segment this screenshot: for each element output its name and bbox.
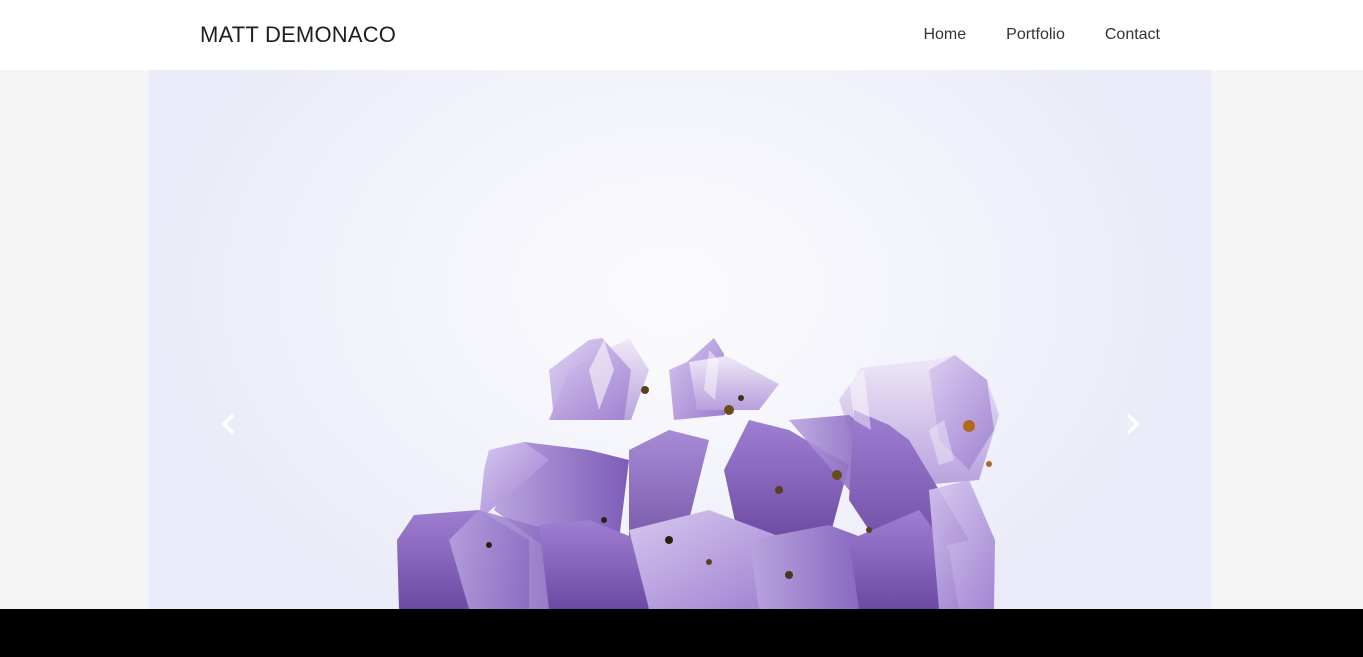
slide-photo — [397, 338, 999, 609]
site-brand-link[interactable]: MATT DEMONACO — [200, 22, 396, 48]
top-navbar: MATT DEMONACO Home Portfolio Contact — [0, 0, 1363, 70]
footer-bar — [0, 609, 1363, 657]
nav-link-portfolio[interactable]: Portfolio — [1006, 26, 1065, 44]
carousel-next-button[interactable] — [1121, 410, 1145, 438]
chevron-left-icon — [222, 414, 234, 434]
chevron-right-icon — [1127, 414, 1139, 434]
nav-link-contact[interactable]: Contact — [1105, 26, 1160, 44]
nav-link-home[interactable]: Home — [923, 26, 966, 44]
main-nav: Home Portfolio Contact — [923, 26, 1160, 44]
image-carousel — [149, 70, 1211, 609]
carousel-prev-button[interactable] — [216, 410, 240, 438]
